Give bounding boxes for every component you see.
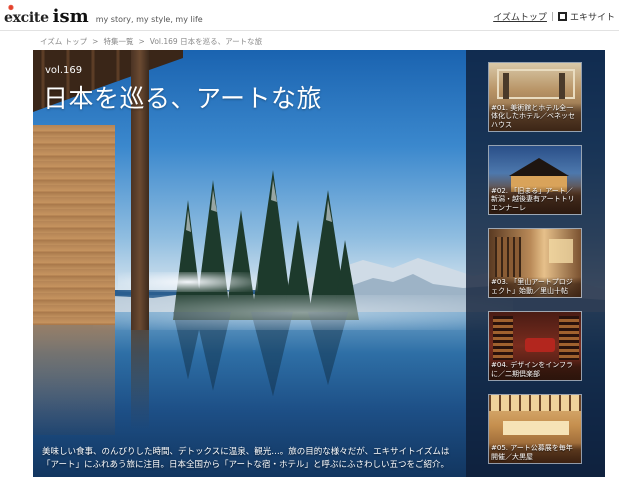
- feature-hero: vol.169 日本を巡る、アートな旅 美味しい食事、のんびりした時間、デトック…: [33, 50, 605, 477]
- article-thumb-05[interactable]: #05. アート公募展を毎年開催／大黒屋: [488, 394, 582, 464]
- excite-ism-logo[interactable]: ✺ excite ism my story, my style, my life: [4, 3, 203, 27]
- ism-top-link[interactable]: イズムトップ: [493, 10, 547, 23]
- pillar-reflection: [131, 330, 149, 430]
- article-thumb-01[interactable]: #01. 美術館とホテル全一体化したホテル／ベネッセハウス: [488, 62, 582, 132]
- excite-square-icon: [557, 12, 567, 21]
- article-caption: #05. アート公募展を毎年開催／大黒屋: [489, 443, 581, 463]
- wooden-wall-reflection: [33, 325, 115, 435]
- tagline: my story, my style, my life: [95, 15, 203, 24]
- link-separator: |: [550, 11, 554, 22]
- description-line: 美味しい食事、のんびりした時間、デトックスに温泉、観光…。旅の目的な様々だが、エ…: [42, 447, 450, 457]
- article-thumb-04[interactable]: #04. デザインをインフラに／二期倶楽部: [488, 311, 582, 381]
- logo-ism-text: ism: [52, 6, 89, 27]
- feature-title: 日本を巡る、アートな旅: [43, 84, 323, 113]
- steam-mist: [93, 295, 513, 330]
- article-caption: #02. 「旧まる」アート／新潟・越後妻有アートトリエンナーレ: [489, 185, 581, 214]
- article-thumb-03[interactable]: #03. 「里山アートプロジェクト」始動／里山十帖: [488, 228, 582, 298]
- logo-excite-text: ✺ excite: [4, 3, 49, 26]
- article-list-panel: #01. 美術館とホテル全一体化したホテル／ベネッセハウス #02. 「旧まる」…: [466, 50, 605, 477]
- wooden-wall: [33, 125, 115, 325]
- description-line: 「アート」にふれあう旅に注目。日本全国から「アートな宿・ホテル」と呼ぶにふさわし…: [42, 460, 449, 470]
- logo-spark-icon: ✺: [8, 3, 14, 12]
- feature-description: 美味しい食事、のんびりした時間、デトックスに温泉、観光…。旅の目的な様々だが、エ…: [42, 446, 462, 472]
- breadcrumb: イズム トップ > 特集一覧 > Vol.169 日本を巡る、アートな旅: [40, 34, 267, 48]
- header-links: イズムトップ | エキサイト: [493, 10, 615, 24]
- article-caption: #03. 「里山アートプロジェクト」始動／里山十帖: [489, 277, 581, 297]
- breadcrumb-feature-list[interactable]: 特集一覧: [103, 36, 133, 47]
- breadcrumb-ism-top[interactable]: イズム トップ: [40, 36, 87, 47]
- breadcrumb-current: Vol.169 日本を巡る、アートな旅: [149, 36, 263, 46]
- excite-link[interactable]: エキサイト: [570, 10, 615, 23]
- site-header: ✺ excite ism my story, my style, my life…: [0, 0, 619, 31]
- breadcrumb-separator: >: [92, 36, 99, 46]
- breadcrumb-separator: >: [138, 36, 145, 46]
- article-thumb-02[interactable]: #02. 「旧まる」アート／新潟・越後妻有アートトリエンナーレ: [488, 145, 582, 215]
- volume-label: vol.169: [45, 65, 83, 76]
- article-caption: #04. デザインをインフラに／二期倶楽部: [489, 360, 581, 380]
- article-caption: #01. 美術館とホテル全一体化したホテル／ベネッセハウス: [489, 102, 581, 131]
